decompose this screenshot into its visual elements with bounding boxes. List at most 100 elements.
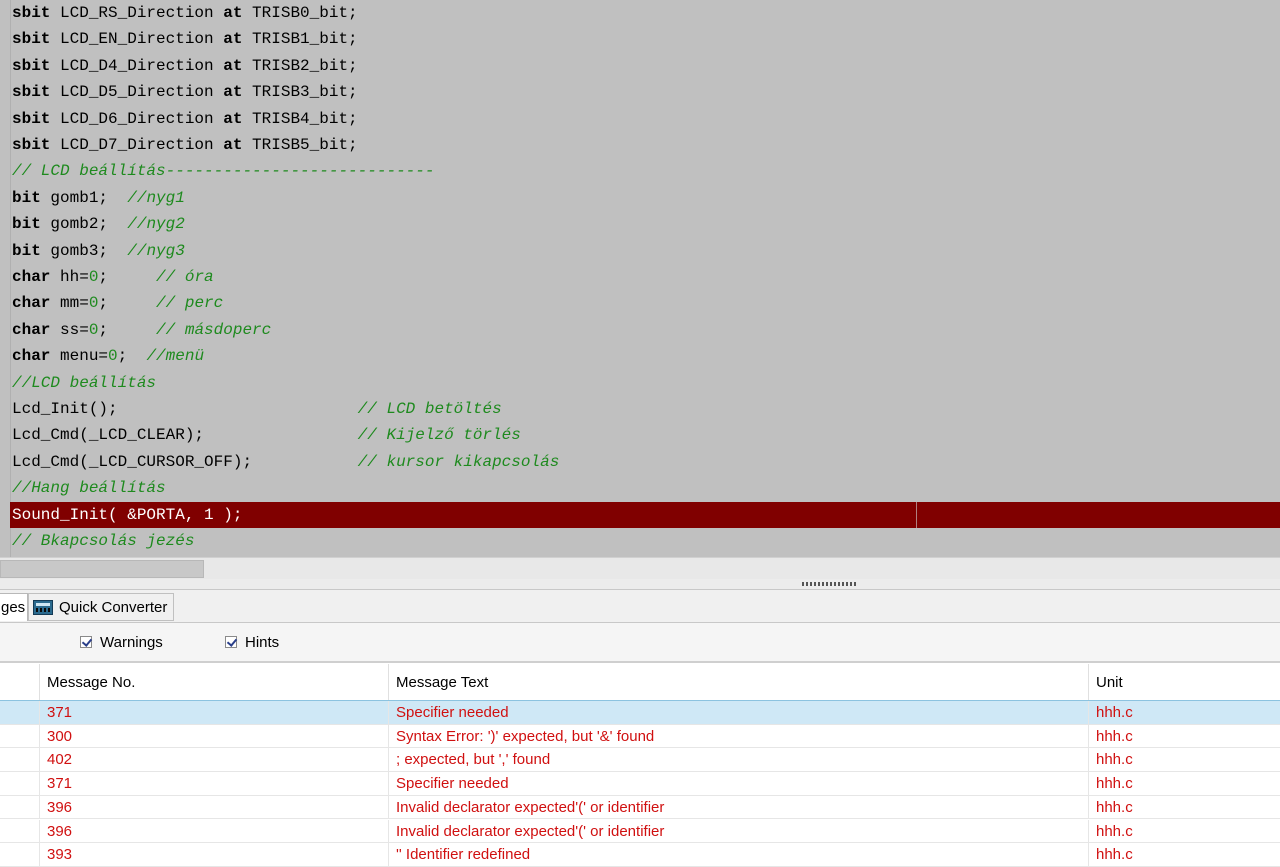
code-line[interactable]: Lcd_Cmd(_LCD_CLEAR); // Kijelző törlés <box>12 422 1280 448</box>
tab-quick-converter[interactable]: Quick Converter <box>28 593 174 621</box>
code-line[interactable]: bit gomb3; //nyg3 <box>12 238 1280 264</box>
table-row[interactable]: 396 Invalid declarator expected'(' or ide… <box>0 795 1280 820</box>
code-line[interactable]: char menu=0; //menü <box>12 343 1280 369</box>
editor-horizontal-scrollbar[interactable] <box>0 557 1280 580</box>
message-number-cell: 396 <box>39 819 388 843</box>
code-token: ; <box>98 294 157 313</box>
code-keyword: sbit <box>12 109 51 128</box>
code-editor[interactable]: sbit LCD_RS_Direction at TRISB0_bit; sbit… <box>0 0 1280 557</box>
row-indicator <box>0 772 39 795</box>
code-line[interactable]: char hh=0; // óra <box>12 264 1280 290</box>
code-line[interactable]: sbit LCD_D5_Direction at TRISB3_bit; <box>12 79 1280 105</box>
message-text-cell: Syntax Error: ')' expected, but '&' foun… <box>388 724 1088 748</box>
code-keyword: sbit <box>12 136 51 154</box>
code-line[interactable]: bit gomb1; //nyg1 <box>12 185 1280 211</box>
code-comment: //nyg1 <box>127 188 185 207</box>
panel-splitter[interactable] <box>0 579 1280 590</box>
table-row[interactable]: 300 Syntax Error: ')' expected, but '&' f… <box>0 724 1280 749</box>
message-filter-bar: Warnings Hints <box>0 623 1280 663</box>
code-line[interactable]: bit gomb2; //nyg2 <box>12 211 1280 237</box>
code-keyword: at <box>223 30 243 49</box>
splitter-grip-icon[interactable] <box>802 582 858 586</box>
code-token: ; <box>98 268 157 286</box>
code-line[interactable]: char ss=0; // másdoperc <box>12 317 1280 343</box>
hints-label: Hints <box>245 634 280 651</box>
code-line[interactable]: sbit LCD_D7_Direction at TRISB5_bit; <box>12 132 1280 158</box>
code-token: TRISB5_bit; <box>242 136 358 154</box>
code-keyword: at <box>223 136 243 154</box>
code-line[interactable]: //LCD beállítás <box>12 370 1280 396</box>
table-row[interactable]: 393 '' Identifier redefined hhh.c <box>0 843 1280 867</box>
table-row[interactable]: 402; expected, but ',' found hhh.c <box>0 748 1280 772</box>
code-token: LCD_D5_Direction <box>50 83 224 102</box>
scrollbar-thumb[interactable] <box>0 560 204 578</box>
unit-cell: hhh.c <box>1088 795 1280 819</box>
code-line[interactable]: Lcd_Cmd(_LCD_CURSOR_OFF); // kursor kika… <box>12 449 1280 475</box>
code-comment: // perc <box>156 294 224 313</box>
column-header-blank[interactable] <box>0 664 39 700</box>
code-keyword: at <box>223 83 243 102</box>
code-token: 0 <box>88 268 99 286</box>
tab-messages[interactable]: ges <box>0 593 28 621</box>
message-text-cell: Invalid declarator expected'(' or identi… <box>388 819 1088 843</box>
code-token: hh= <box>50 268 89 286</box>
unit-cell: hhh.c <box>1088 843 1280 867</box>
code-line[interactable]: char mm=0; // perc <box>12 290 1280 316</box>
code-line[interactable]: sbit LCD_RS_Direction at TRISB0_bit; <box>12 0 1280 26</box>
column-header-unit[interactable]: Unit <box>1088 664 1280 700</box>
code-token: LCD_RS_Direction <box>50 4 224 22</box>
bottom-panel-tabs: ges Quick Converter <box>0 590 1280 623</box>
code-token: LCD_D7_Direction <box>50 136 224 154</box>
column-header-message-no[interactable]: Message No. <box>39 664 388 700</box>
code-line[interactable]: // LCD beállítás------------------------… <box>12 158 1280 184</box>
checkbox-checked-icon[interactable] <box>225 636 237 648</box>
unit-cell: hhh.c <box>1088 819 1280 843</box>
code-keyword: bit <box>12 215 41 234</box>
code-line-active[interactable]: Sound_Init( &PORTA, 1 ); <box>10 501 1280 528</box>
row-indicator <box>0 796 39 819</box>
code-keyword: sbit <box>12 56 51 75</box>
column-header-message-text[interactable]: Message Text <box>388 664 1088 700</box>
message-number-cell: 393 <box>39 843 388 867</box>
message-text-cell: '' Identifier redefined <box>388 843 1088 867</box>
code-token: ; <box>98 320 157 339</box>
code-keyword: at <box>223 56 243 75</box>
code-comment: // kursor kikapcsolás <box>357 452 560 471</box>
code-keyword: bit <box>12 188 41 207</box>
code-line[interactable]: sbit LCD_D4_Direction at TRISB2_bit; <box>12 53 1280 79</box>
code-token: TRISB0_bit; <box>242 4 358 22</box>
row-indicator <box>0 843 39 866</box>
tab-messages-label: ges <box>1 599 26 616</box>
code-line[interactable]: // Bkapcsolás jezés <box>12 528 1280 554</box>
table-row[interactable]: 396 Invalid declarator expected'(' or ide… <box>0 819 1280 843</box>
code-token: TRISB4_bit; <box>242 109 358 128</box>
row-indicator <box>0 701 39 724</box>
code-comment: // Bkapcsolás jezés <box>12 532 195 550</box>
code-keyword: bit <box>12 241 41 260</box>
table-row[interactable]: 371 Specifier needed hhh.c <box>0 701 1280 725</box>
warnings-label: Warnings <box>100 634 163 651</box>
message-number-cell: 300 <box>39 724 388 748</box>
code-line[interactable]: sbit LCD_D6_Direction at TRISB4_bit; <box>12 106 1280 132</box>
code-comment: // LCD beállítás------------------------… <box>12 162 435 181</box>
code-token: Sound_Init( &PORTA, 1 ); <box>12 505 243 524</box>
table-row[interactable]: 371 Specifier needed hhh.c <box>0 772 1280 796</box>
calculator-icon <box>33 600 53 615</box>
message-number-cell: 371 <box>39 701 388 724</box>
message-text-cell: ; expected, but ',' found <box>388 748 1088 772</box>
code-keyword: char <box>12 294 51 313</box>
code-line[interactable]: //Hang beállítás <box>12 475 1280 501</box>
code-comment: //LCD beállítás <box>12 373 157 392</box>
message-text-cell: Specifier needed <box>388 772 1088 796</box>
code-comment: // másdoperc <box>156 320 272 339</box>
code-line[interactable]: sbit LCD_EN_Direction at TRISB1_bit; <box>12 26 1280 52</box>
message-number-cell: 396 <box>39 795 388 819</box>
message-text-cell: Specifier needed <box>388 701 1088 724</box>
code-keyword: sbit <box>12 4 51 22</box>
messages-grid-header: Message No. Message Text Unit <box>0 664 1280 702</box>
unit-cell: hhh.c <box>1088 724 1280 748</box>
code-comment: // Kijelző törlés <box>357 426 521 445</box>
checkbox-checked-icon[interactable] <box>80 636 92 648</box>
code-line[interactable]: Lcd_Init(); // LCD betöltés <box>12 396 1280 422</box>
row-indicator <box>0 748 39 771</box>
